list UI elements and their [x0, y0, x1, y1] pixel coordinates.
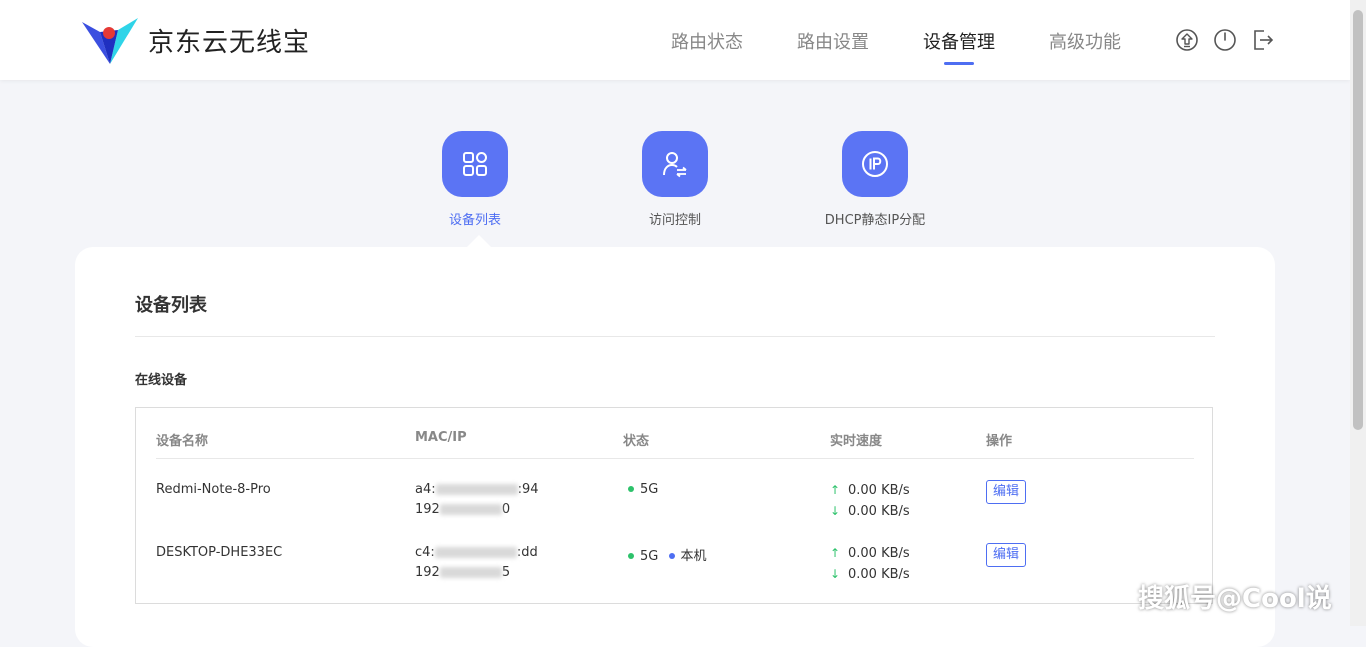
tab-access-control[interactable]: 访问控制: [575, 131, 775, 228]
device-mac: a4: :94: [415, 482, 539, 497]
download-speed: ↓ 0.00 KB/s: [830, 504, 910, 519]
user-transfer-icon: [663, 152, 687, 178]
status-dot-green: [628, 485, 634, 492]
category-icon-box: [642, 131, 708, 197]
device-table: 设备名称 MAC/IP 状态 实时速度 操作 Redmi-Note-8-Pro …: [135, 407, 1213, 604]
col-header-status: 状态: [623, 434, 650, 449]
power-icon[interactable]: [1213, 28, 1237, 52]
header-divider: [156, 458, 1194, 459]
download-value: 0.00 KB/s: [848, 567, 910, 582]
nav-advanced[interactable]: 高级功能: [1049, 28, 1121, 54]
jdcloud-logo-icon: [82, 18, 138, 64]
scrollbar-thumb[interactable]: [1353, 10, 1363, 430]
tab-device-list[interactable]: 设备列表: [375, 131, 575, 228]
ip-prefix: 192: [415, 502, 440, 517]
col-header-name: 设备名称: [156, 434, 209, 449]
band-label: 5G: [640, 482, 659, 497]
nav-router-settings[interactable]: 路由设置: [797, 28, 869, 54]
ip-redacted: [439, 567, 502, 578]
col-header-speed: 实时速度: [830, 434, 883, 449]
arrow-down-icon: ↓: [830, 504, 841, 518]
device-list-card: 设备列表 在线设备 设备名称 MAC/IP 状态 实时速度 操作 Redmi-N…: [75, 247, 1275, 647]
upload-speed: ↑ 0.00 KB/s: [830, 483, 910, 498]
status-dot-blue: [668, 552, 675, 559]
ip-prefix: 192: [415, 565, 440, 580]
category-icon-box: [842, 131, 908, 197]
col-header-action: 操作: [986, 434, 1013, 449]
device-status: 5G 本机: [628, 545, 707, 564]
nav-device-management[interactable]: 设备管理: [923, 28, 995, 54]
download-speed: ↓ 0.00 KB/s: [830, 567, 910, 582]
upgrade-icon[interactable]: [1175, 28, 1199, 52]
ip-redacted: [439, 504, 502, 515]
category-icon-box: [442, 131, 508, 197]
brand-title: 京东云无线宝: [148, 28, 311, 58]
local-label: 本机: [680, 549, 707, 564]
watermark: 搜狐号@Cool说: [1138, 584, 1332, 614]
card-title: 设备列表: [135, 295, 207, 316]
nav-active-indicator: [944, 62, 974, 65]
grid-icon: [463, 152, 487, 176]
edit-button[interactable]: 编辑: [986, 543, 1026, 567]
device-ip: 192 0: [415, 502, 510, 517]
divider: [135, 336, 1215, 337]
mac-redacted: [434, 547, 517, 558]
section-title-online: 在线设备: [135, 373, 188, 388]
device-status: 5G: [628, 482, 658, 497]
device-name: Redmi-Note-8-Pro: [156, 482, 271, 497]
tab-label: 设备列表: [448, 213, 501, 228]
col-header-mac-ip: MAC/IP: [415, 430, 467, 445]
page-scrollbar[interactable]: [1350, 0, 1366, 626]
tab-label: DHCP静态IP分配: [824, 213, 926, 228]
nav-router-status[interactable]: 路由状态: [671, 28, 743, 54]
ip-icon: [862, 151, 888, 177]
mac-redacted: [435, 484, 518, 495]
mac-suffix: :94: [517, 482, 539, 497]
tab-label: 访问控制: [648, 213, 701, 228]
edit-button[interactable]: 编辑: [986, 480, 1026, 504]
upload-value: 0.00 KB/s: [848, 483, 910, 498]
mac-prefix: c4:: [415, 545, 435, 560]
arrow-down-icon: ↓: [830, 567, 841, 581]
download-value: 0.00 KB/s: [848, 504, 910, 519]
arrow-up-icon: ↑: [830, 483, 841, 497]
upload-speed: ↑ 0.00 KB/s: [830, 546, 910, 561]
device-name: DESKTOP-DHE33EC: [156, 545, 283, 560]
ip-suffix: 5: [501, 565, 511, 580]
logout-icon[interactable]: [1251, 28, 1275, 52]
arrow-up-icon: ↑: [830, 546, 841, 560]
tab-dhcp-static-ip[interactable]: DHCP静态IP分配: [775, 131, 975, 228]
upload-value: 0.00 KB/s: [848, 546, 910, 561]
device-ip: 192 5: [415, 565, 510, 580]
mac-suffix: :dd: [516, 545, 538, 560]
status-dot-green: [628, 552, 634, 559]
device-mac: c4: :dd: [415, 545, 538, 560]
top-header: 京东云无线宝 路由状态 路由设置 设备管理 高级功能: [0, 0, 1350, 80]
mac-prefix: a4:: [415, 482, 436, 497]
band-label: 5G: [640, 549, 659, 564]
ip-suffix: 0: [501, 502, 511, 517]
